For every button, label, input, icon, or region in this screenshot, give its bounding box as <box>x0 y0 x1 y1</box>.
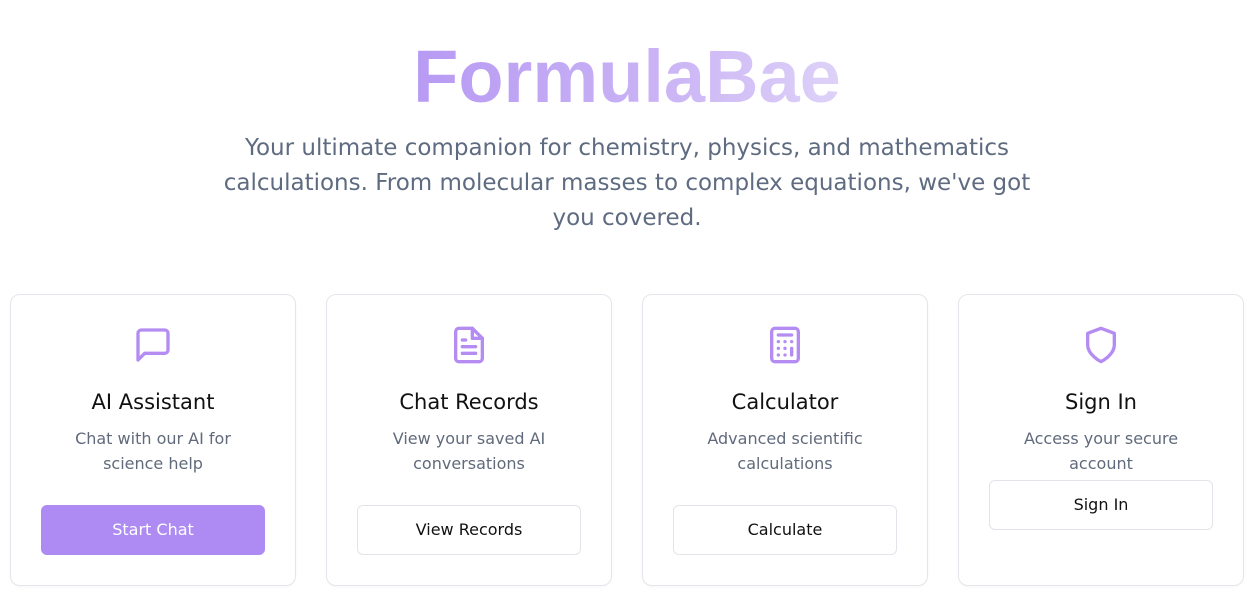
shield-icon <box>1081 325 1121 365</box>
calculate-button[interactable]: Calculate <box>673 505 897 555</box>
feature-card-chat-records: Chat Records View your saved AI conversa… <box>326 294 612 586</box>
card-description: Access your secure account <box>1023 429 1179 473</box>
hero-subtitle: Your ultimate companion for chemistry, p… <box>223 135 1031 231</box>
card-description: View your saved AI conversations <box>392 429 546 473</box>
file-text-icon <box>449 325 489 365</box>
feature-card-ai-assistant: AI Assistant Chat with our AI for scienc… <box>10 294 296 586</box>
start-chat-button[interactable]: Start Chat <box>41 505 265 555</box>
hero-title-text: FormulaBae <box>413 35 841 118</box>
card-title: Chat Records <box>399 390 539 414</box>
message-square-icon <box>133 325 173 365</box>
card-title: Sign In <box>1065 390 1137 414</box>
feature-card-sign-in: Sign In Access your secure account Sign … <box>958 294 1244 586</box>
sign-in-button[interactable]: Sign In <box>989 480 1213 530</box>
card-title: Calculator <box>731 390 839 414</box>
calculator-icon <box>765 325 805 365</box>
hero-title: FormulaBae <box>0 35 1254 119</box>
card-description: Advanced scientific calculations <box>707 429 863 473</box>
card-description: Chat with our AI for science help <box>75 429 231 473</box>
card-title: AI Assistant <box>91 390 215 414</box>
home-page: FormulaBae Your ultimate companion for c… <box>0 0 1254 600</box>
feature-card-calculator: Calculator Advanced scientific calculati… <box>642 294 928 586</box>
view-records-button[interactable]: View Records <box>357 505 581 555</box>
